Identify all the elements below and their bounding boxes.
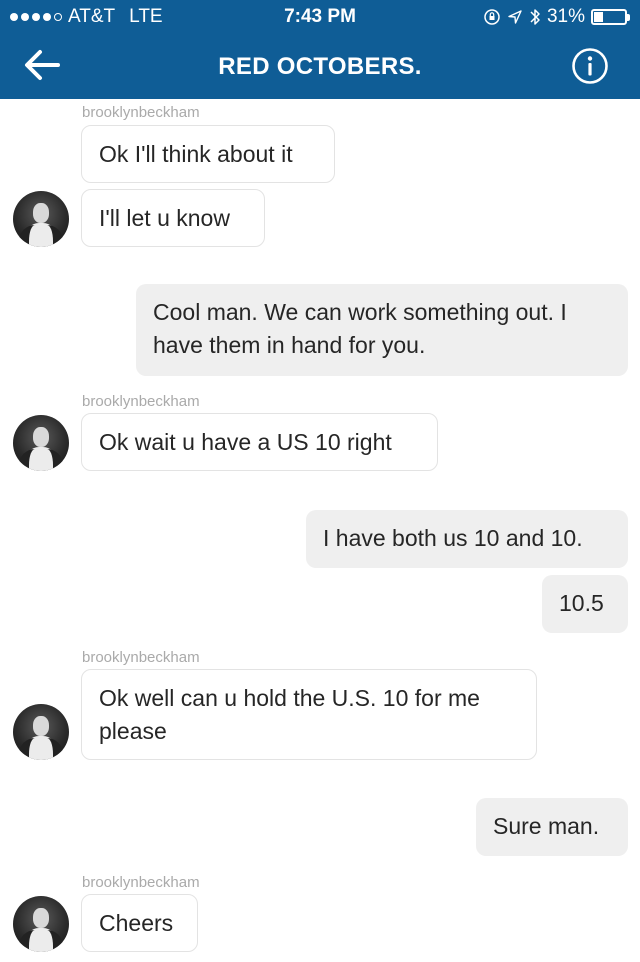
top-bar: AT&T LTE 7:43 PM 31% RED OCTOBERS. — [0, 0, 640, 99]
sender-name: brooklynbeckham — [82, 649, 200, 666]
sender-name: brooklynbeckham — [82, 393, 200, 410]
status-right: 31% — [483, 6, 630, 28]
message-bubble-incoming[interactable]: Ok well can u hold the U.S. 10 for me pl… — [81, 669, 537, 760]
sender-name: brooklynbeckham — [82, 104, 200, 121]
message-bubble-incoming[interactable]: Ok wait u have a US 10 right — [81, 413, 438, 471]
message-bubble-incoming[interactable]: I'll let u know — [81, 189, 265, 247]
message-bubble-incoming[interactable]: Ok I'll think about it — [81, 125, 335, 183]
info-icon[interactable] — [571, 47, 609, 85]
message-bubble-outgoing[interactable]: I have both us 10 and 10. — [306, 510, 628, 568]
message-bubble-outgoing[interactable]: 10.5 — [542, 575, 628, 633]
message-bubble-outgoing[interactable]: Sure man. — [476, 798, 628, 856]
battery-icon — [591, 9, 627, 25]
avatar[interactable] — [13, 896, 69, 952]
battery-percent: 31% — [546, 6, 585, 27]
avatar[interactable] — [13, 191, 69, 247]
avatar[interactable] — [13, 704, 69, 760]
message-bubble-incoming[interactable]: Cheers — [81, 894, 198, 952]
avatar[interactable] — [13, 415, 69, 471]
conversation-title: RED OCTOBERS. — [218, 53, 422, 80]
message-bubble-outgoing[interactable]: Cool man. We can work something out. I h… — [136, 284, 628, 376]
sender-name: brooklynbeckham — [82, 874, 200, 891]
orientation-lock-icon — [484, 9, 500, 25]
location-arrow-icon — [508, 10, 522, 24]
bluetooth-icon — [530, 9, 540, 25]
battery-fill — [594, 12, 603, 22]
